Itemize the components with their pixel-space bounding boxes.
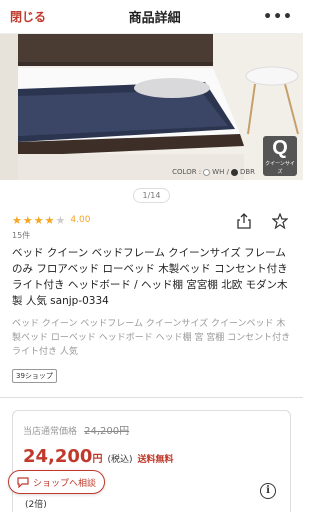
image-pager[interactable]: 1/14 (132, 187, 171, 203)
rating-value[interactable]: 4.00 (70, 215, 90, 225)
shop-consult-label: ショップへ相談 (33, 478, 97, 489)
white-swatch (203, 168, 211, 176)
rating-row: ★★★★★ 4.00 (0, 210, 303, 230)
points-multiplier: (2倍) (25, 500, 47, 510)
current-price: 24,200 (23, 446, 93, 467)
chat-bubble-icon (17, 476, 29, 488)
color-wh-label: WH / (212, 168, 229, 176)
regular-price-label: 当店通常価格 (23, 427, 78, 437)
pager-wrap: 1/14 (0, 180, 303, 210)
price-box: 当店通常価格 24,200円 24,200 円 (税込) 送料無料 i (2倍) (12, 410, 291, 512)
size-sub-label: クイーンサイズ (265, 161, 295, 175)
header-bar: 閉じる 商品詳細 ••• (0, 0, 303, 34)
favorite-star-icon[interactable] (271, 212, 289, 230)
star-empty-icon: ★ (55, 213, 67, 227)
color-caption: COLOR : WH / DBR (172, 168, 255, 176)
currency: 円 (92, 454, 103, 465)
star-icon: ★ (22, 213, 34, 227)
action-icons (235, 212, 289, 230)
close-button[interactable]: 閉じる (10, 8, 46, 25)
star-rating: ★★★★★ (12, 214, 66, 227)
dark-brown-swatch (230, 168, 238, 176)
current-price-row: 24,200 円 (税込) 送料無料 (23, 446, 280, 467)
product-name: ベッド クイーン ベッドフレーム クイーンサイズ フレームのみ フロアベッド ロ… (12, 247, 288, 307)
star-icon: ★ (33, 213, 45, 227)
bed-photo (0, 34, 303, 180)
info-icon[interactable]: i (260, 483, 276, 499)
star-icon: ★ (12, 213, 23, 227)
tax-label: (税込) (107, 455, 133, 465)
color-dbr-label: DBR (239, 168, 255, 176)
divider (0, 397, 303, 398)
queen-size-badge: Q クイーンサイズ (263, 136, 297, 176)
share-icon[interactable] (235, 212, 253, 230)
color-label: COLOR : (172, 168, 202, 176)
star-icon: ★ (44, 213, 56, 227)
more-menu-icon[interactable]: ••• (263, 9, 293, 25)
product-subtitle: ベッド クイーン ベッドフレーム クイーンサイズ クイーンベッド 木製ベッド ロ… (12, 319, 291, 357)
product-image[interactable]: COLOR : WH / DBR Q クイーンサイズ (0, 34, 303, 180)
regular-price-value: 24,200円 (84, 426, 130, 437)
shop-consult-button[interactable]: ショップへ相談 (8, 470, 106, 494)
free-shipping-label: 送料無料 (137, 455, 174, 465)
size-letter: Q (272, 137, 288, 159)
shop-tag-badge: 39ショップ (12, 369, 57, 383)
regular-price-row: 当店通常価格 24,200円 (23, 419, 280, 438)
review-count[interactable]: 15件 (0, 230, 303, 242)
page-title: 商品詳細 (128, 11, 181, 26)
